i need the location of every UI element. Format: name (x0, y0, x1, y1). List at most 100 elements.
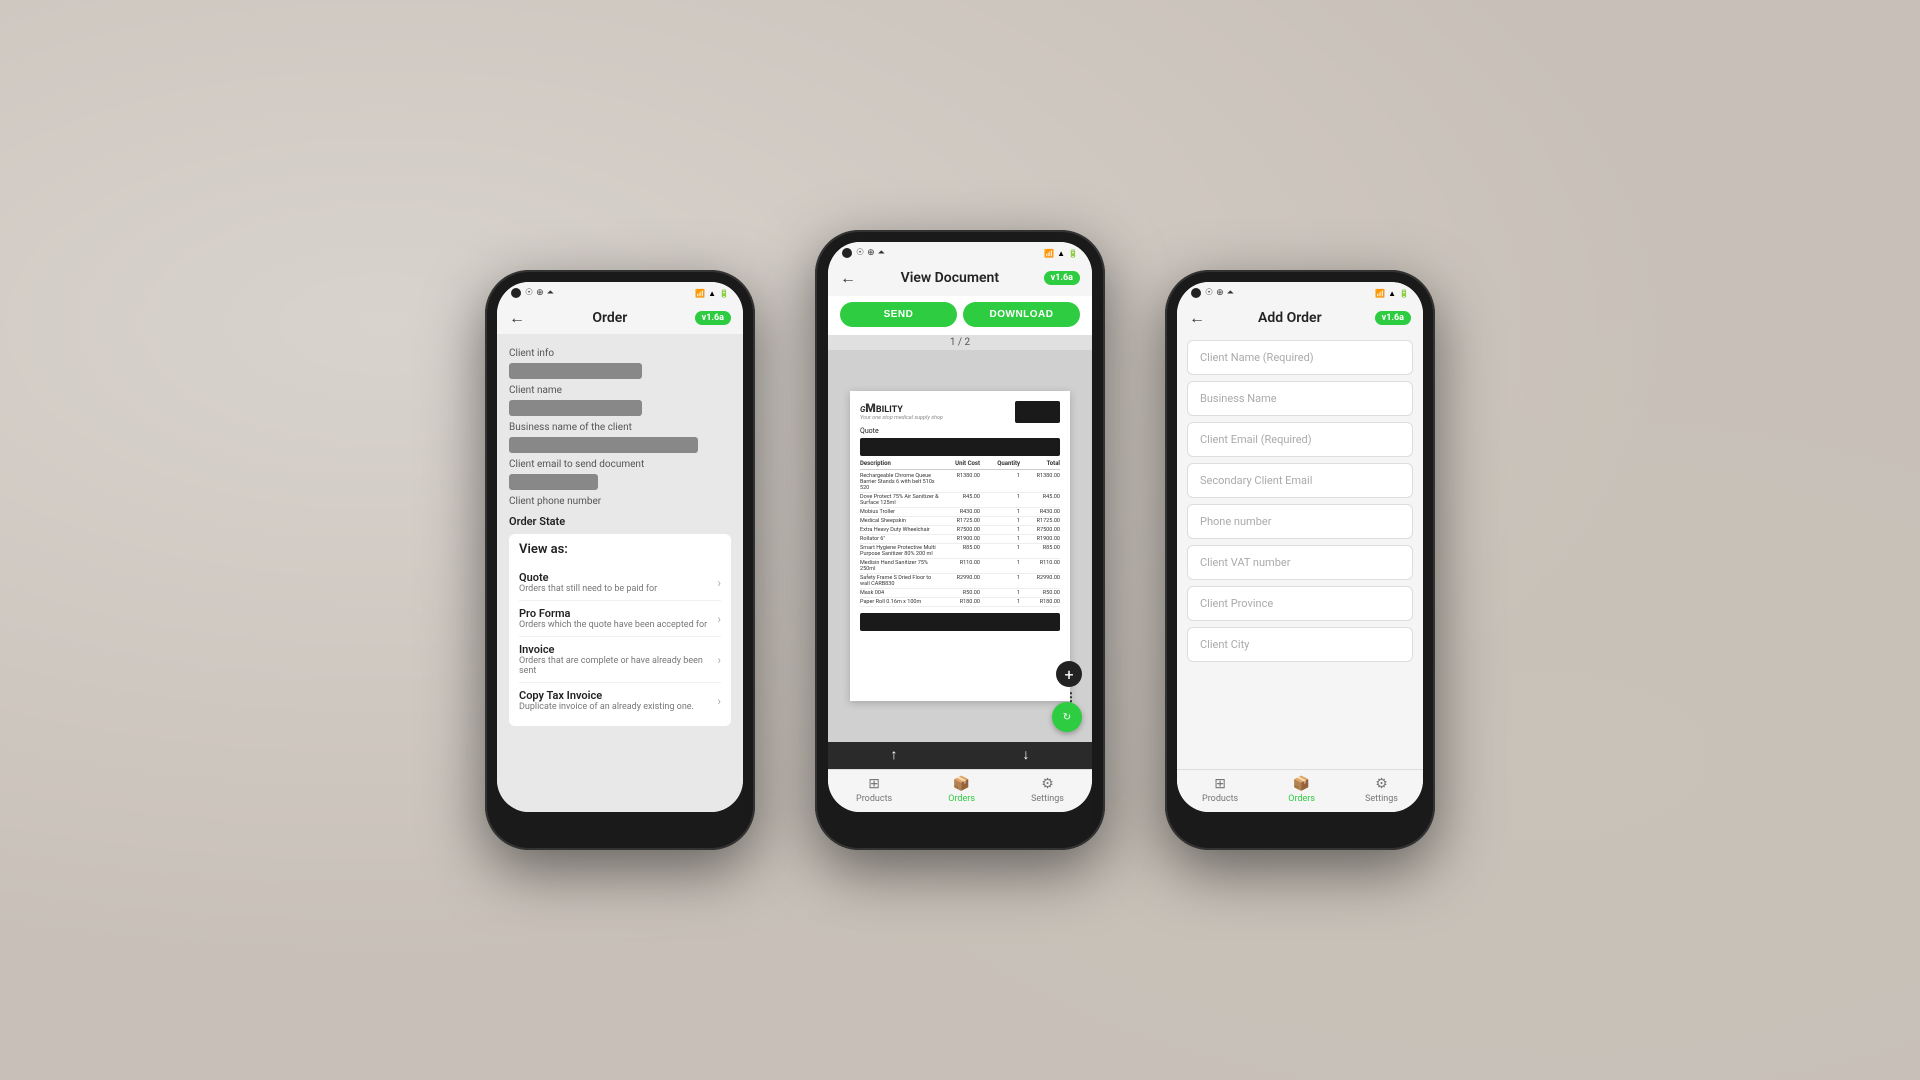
copy-tax-desc: Duplicate invoice of an already existing… (519, 702, 694, 712)
order-state-copy-tax[interactable]: Copy Tax Invoice Duplicate invoice of an… (519, 683, 721, 718)
settings-label-right: Settings (1365, 794, 1398, 804)
status-icons-left: ☉⊕⏶ (525, 288, 554, 298)
client-info-label: Client info (509, 348, 731, 359)
fab-add-button[interactable]: + (1056, 661, 1082, 687)
send-button[interactable]: SEND (840, 302, 957, 327)
phone-left: ☉⊕⏶ 📶▲🔋 ← Order v1.6a Client info Client… (485, 270, 755, 850)
client-email-field[interactable]: Client Email (Required) (1187, 422, 1413, 457)
invoice-chevron: › (717, 653, 721, 667)
business-name-input[interactable] (509, 400, 642, 416)
secondary-email-field[interactable]: Secondary Client Email (1187, 463, 1413, 498)
doc-actions: SEND DOWNLOAD (828, 296, 1092, 335)
add-order-header: ← Add Order v1.6a (1177, 300, 1423, 334)
nav-down-arrow[interactable]: ↓ (1023, 746, 1030, 763)
doc-header: ← View Document v1.6a (828, 260, 1092, 296)
bottom-nav-center: ⊞ Products 📦 Orders ⚙ Settings (828, 769, 1092, 812)
quote-desc: Orders that still need to be paid for (519, 584, 657, 594)
products-icon: ⊞ (868, 776, 880, 792)
orders-icon-center: 📦 (953, 776, 970, 792)
copy-tax-title: Copy Tax Invoice (519, 689, 694, 702)
status-bar-right: ☉⊕⏶ 📶▲🔋 (1177, 282, 1423, 300)
phone-center-screen: ☉⊕⏶ 📶▲🔋 ← View Document v1.6a SEND DOWNL… (828, 242, 1092, 812)
table-row: Mask 004 R50.00 1 R50.00 (860, 589, 1060, 598)
client-email-input[interactable] (509, 437, 698, 453)
nav-products[interactable]: ⊞ Products (856, 776, 892, 804)
doc-tagline: Your one stop medical supply shop (860, 415, 943, 421)
proforma-desc: Orders which the quote have been accepte… (519, 620, 707, 630)
add-order-title: Add Order (1258, 310, 1322, 326)
table-row: Paper Roll 0.16m x 100m R180.00 1 R180.0… (860, 598, 1060, 607)
table-row: Rollator 6" R1900.00 1 R1900.00 (860, 535, 1060, 544)
order-state-section: View as: Quote Orders that still need to… (509, 534, 731, 726)
order-state-proforma[interactable]: Pro Forma Orders which the quote have be… (519, 601, 721, 637)
nav-settings-center[interactable]: ⚙ Settings (1031, 776, 1064, 804)
doc-quote-label: Quote (860, 427, 1060, 435)
settings-icon-right: ⚙ (1375, 776, 1388, 792)
order-state-header: Order State (509, 515, 731, 528)
business-name-label: Business name of the client (509, 422, 731, 433)
copy-tax-chevron: › (717, 694, 721, 708)
back-arrow-left[interactable]: ← (509, 308, 525, 328)
phone-right: ☉⊕⏶ 📶▲🔋 ← Add Order v1.6a Client Name (R… (1165, 270, 1435, 850)
order-header: ← Order v1.6a (497, 300, 743, 334)
col-unit-header: Unit Cost (940, 460, 980, 467)
phone-left-screen: ☉⊕⏶ 📶▲🔋 ← Order v1.6a Client info Client… (497, 282, 743, 812)
phone-right-screen: ☉⊕⏶ 📶▲🔋 ← Add Order v1.6a Client Name (R… (1177, 282, 1423, 812)
order-state-quote[interactable]: Quote Orders that still need to be paid … (519, 565, 721, 601)
orders-icon-right: 📦 (1293, 776, 1310, 792)
col-desc-header: Description (860, 460, 940, 467)
city-field[interactable]: Client City (1187, 627, 1413, 662)
products-label-right: Products (1202, 794, 1238, 804)
doc-paper: GMBILITY Your one stop medical supply sh… (850, 391, 1070, 701)
version-badge-left: v1.6a (695, 311, 731, 325)
doc-viewer[interactable]: GMBILITY Your one stop medical supply sh… (828, 350, 1092, 742)
proforma-chevron: › (717, 612, 721, 626)
order-state-invoice[interactable]: Invoice Orders that are complete or have… (519, 637, 721, 683)
client-phone-input[interactable] (509, 474, 598, 490)
status-icons-center: ☉⊕⏶ (856, 248, 885, 258)
table-row: Medical Sheepskin R1725.00 1 R1725.00 (860, 517, 1060, 526)
nav-up-arrow[interactable]: ↑ (891, 746, 898, 763)
signal-icons-left: 📶▲🔋 (695, 289, 729, 298)
client-name-field[interactable]: Client Name (Required) (1187, 340, 1413, 375)
doc-footer-box (860, 613, 1060, 631)
status-bar-center: ☉⊕⏶ 📶▲🔋 (828, 242, 1092, 260)
phone-number-field[interactable]: Phone number (1187, 504, 1413, 539)
vat-number-field[interactable]: Client VAT number (1187, 545, 1413, 580)
add-order-form: Client Name (Required) Business Name Cli… (1177, 334, 1423, 769)
page-indicator: 1 / 2 (828, 335, 1092, 350)
doc-title: View Document (901, 270, 999, 286)
order-content: Client info Client name Business name of… (497, 334, 743, 812)
phone-center: ☉⊕⏶ 📶▲🔋 ← View Document v1.6a SEND DOWNL… (815, 230, 1105, 850)
version-badge-center: v1.6a (1044, 271, 1080, 285)
view-as-label: View as: (519, 542, 721, 557)
brand-name: GMBILITY (860, 401, 943, 415)
nav-products-right[interactable]: ⊞ Products (1202, 776, 1238, 804)
status-icons-right: ☉⊕⏶ (1205, 288, 1234, 298)
table-row: Safety Frame S Dried Floor to wall CARB8… (860, 574, 1060, 589)
orders-label-right: Orders (1288, 794, 1315, 804)
client-email-label: Client email to send document (509, 459, 731, 470)
col-total-header: Total (1020, 460, 1060, 467)
nav-orders-center[interactable]: 📦 Orders (948, 776, 975, 804)
fab-refresh-button[interactable]: ↻ (1052, 702, 1082, 732)
download-button[interactable]: DOWNLOAD (963, 302, 1080, 327)
client-name-input[interactable] (509, 363, 642, 379)
signal-icons-center: 📶▲🔋 (1044, 249, 1078, 258)
col-qty-header: Quantity (980, 460, 1020, 467)
table-row: Rechargeable Chrome Queue Barrier Stands… (860, 472, 1060, 493)
business-name-field[interactable]: Business Name (1187, 381, 1413, 416)
back-arrow-right[interactable]: ← (1189, 308, 1205, 328)
settings-label-center: Settings (1031, 794, 1064, 804)
table-row: Medisin Hand Sanitizer 75% 250ml R110.00… (860, 559, 1060, 574)
back-arrow-center[interactable]: ← (840, 268, 856, 288)
quote-chevron: › (717, 576, 721, 590)
nav-orders-right[interactable]: 📦 Orders (1288, 776, 1315, 804)
client-name-label: Client name (509, 385, 731, 396)
doc-table-header: Description Unit Cost Quantity Total (860, 460, 1060, 470)
nav-settings-right[interactable]: ⚙ Settings (1365, 776, 1398, 804)
settings-icon-center: ⚙ (1041, 776, 1054, 792)
status-bar-left: ☉⊕⏶ 📶▲🔋 (497, 282, 743, 300)
province-field[interactable]: Client Province (1187, 586, 1413, 621)
doc-logo-black-box (1015, 401, 1060, 423)
